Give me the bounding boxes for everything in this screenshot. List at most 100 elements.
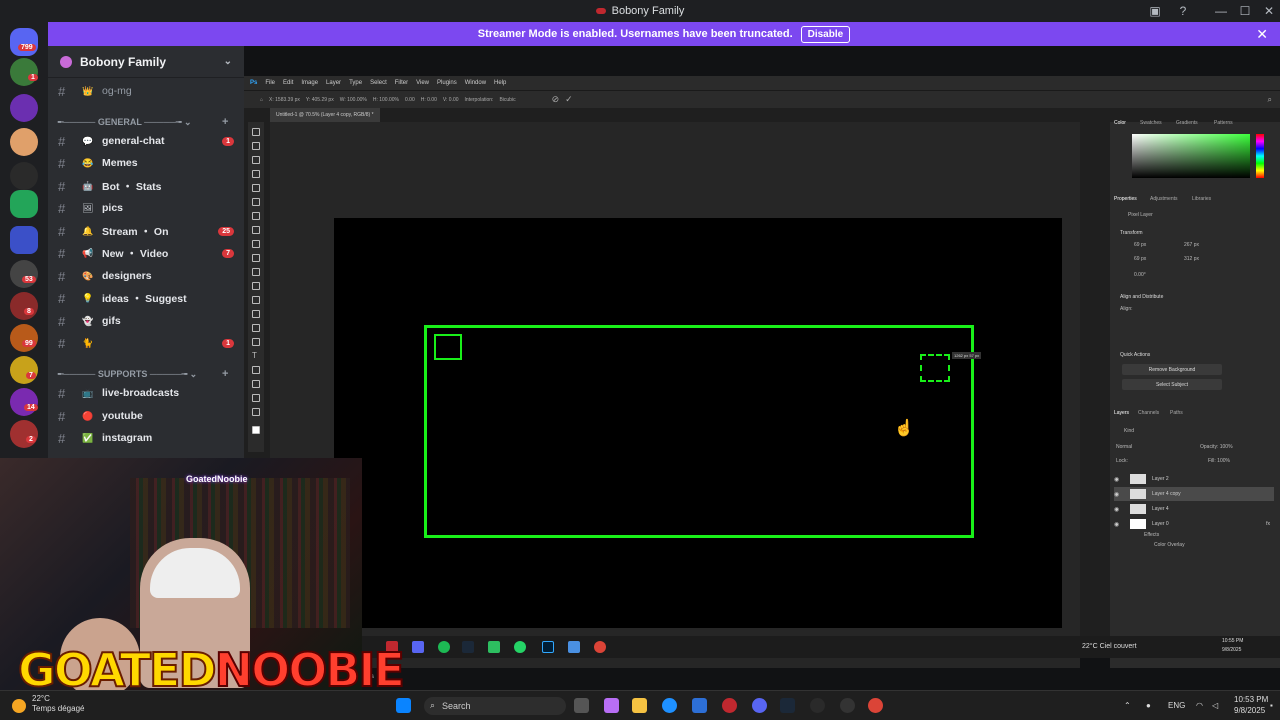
select-subject-button[interactable]: Select Subject xyxy=(1122,379,1222,390)
channel-pics[interactable]: # 🖼 pics xyxy=(48,197,244,219)
h-value[interactable]: 69 px xyxy=(1134,256,1146,262)
eye-icon[interactable]: ◉ xyxy=(1114,491,1124,498)
steam-icon[interactable] xyxy=(780,698,795,713)
language-indicator[interactable]: ENG xyxy=(1168,701,1185,710)
channel-gifs[interactable]: # 👻 gifs xyxy=(48,310,244,332)
align-heading[interactable]: Align and Distribute xyxy=(1120,294,1163,300)
channel-og-mg[interactable]: # 👑 og-mg xyxy=(48,80,244,102)
folder-icon[interactable] xyxy=(10,226,38,254)
channel-new-video[interactable]: # 📢 New ・ Video 7 xyxy=(48,242,244,264)
server-icon[interactable] xyxy=(10,260,38,288)
cancel-transform-icon[interactable]: ⊘ xyxy=(552,94,560,105)
search-icon[interactable]: ⌕ xyxy=(1268,95,1272,105)
fx-icon[interactable]: fx xyxy=(1266,521,1270,527)
server-icon[interactable] xyxy=(10,292,38,320)
channel-live-broadcasts[interactable]: # 📺 live-broadcasts xyxy=(48,382,244,404)
home-icon[interactable]: ⌂ xyxy=(260,97,263,103)
green-square-shape[interactable] xyxy=(434,334,462,360)
inbox-icon[interactable]: ▣ xyxy=(1142,0,1168,22)
tab-paths[interactable]: Paths xyxy=(1170,410,1183,416)
file-explorer-icon[interactable] xyxy=(632,698,647,713)
transform-heading[interactable]: Transform xyxy=(1120,230,1143,236)
y-value[interactable]: 312 px xyxy=(1184,256,1199,262)
eye-icon[interactable]: ◉ xyxy=(1114,521,1124,528)
channel-memes[interactable]: # 😂 Memes xyxy=(48,152,244,174)
channel-bot-stats[interactable]: # 🤖 Bot ・ Stats xyxy=(48,175,244,197)
add-channel-icon[interactable]: + xyxy=(222,116,228,128)
crop-tool-icon[interactable] xyxy=(252,184,260,192)
app-icon[interactable] xyxy=(722,698,737,713)
chevron-down-icon[interactable]: ⌄ xyxy=(224,56,232,67)
copilot-icon[interactable] xyxy=(604,698,619,713)
interpolation-select[interactable]: Bicubic xyxy=(499,97,515,103)
channel-youtube[interactable]: # 🔴 youtube xyxy=(48,405,244,427)
menu-file[interactable]: File xyxy=(265,80,275,86)
weather-widget[interactable]: 22°C Temps dégagé xyxy=(32,694,84,714)
rectangle-tool-icon[interactable] xyxy=(252,380,260,388)
help-icon[interactable]: ? xyxy=(1170,0,1196,22)
menu-filter[interactable]: Filter xyxy=(395,80,408,86)
mic-icon[interactable]: ● xyxy=(1146,701,1151,710)
w-value[interactable]: 69 px xyxy=(1134,242,1146,248)
weather-icon[interactable] xyxy=(12,699,26,713)
layer-row[interactable]: ◉ Layer 4 copy xyxy=(1114,487,1274,501)
clock-time[interactable]: 10:53 PM xyxy=(1234,695,1268,704)
brush-tool-icon[interactable] xyxy=(252,240,260,248)
category-general[interactable]: ╾───── GENERAL ─────╼ ⌄ + xyxy=(58,116,228,128)
hand-tool-icon[interactable] xyxy=(252,394,260,402)
kind-filter[interactable]: Kind xyxy=(1124,428,1134,434)
gradient-tool-icon[interactable] xyxy=(252,296,260,304)
tab-swatches[interactable]: Swatches xyxy=(1140,120,1162,126)
move-tool-icon[interactable] xyxy=(252,128,260,136)
flask-icon[interactable] xyxy=(10,190,38,218)
pen-tool-icon[interactable] xyxy=(252,338,260,346)
server-icon[interactable] xyxy=(10,128,38,156)
server-icon[interactable] xyxy=(10,388,38,416)
wifi-icon[interactable]: ◠ xyxy=(1196,701,1203,710)
server-icon[interactable] xyxy=(10,420,38,448)
hskew-field[interactable]: H: 0.00 xyxy=(421,97,437,103)
eye-icon[interactable]: ◉ xyxy=(1114,476,1124,483)
menu-view[interactable]: View xyxy=(416,80,429,86)
channel-designers[interactable]: # 🎨 designers xyxy=(48,265,244,287)
server-icon[interactable] xyxy=(10,162,38,190)
menu-image[interactable]: Image xyxy=(301,80,318,86)
close-banner-icon[interactable]: ✕ xyxy=(1256,26,1268,43)
server-icon[interactable] xyxy=(10,324,38,352)
angle-value[interactable]: 0.00° xyxy=(1134,272,1146,278)
server-header[interactable]: Bobony Family ⌄ xyxy=(48,46,244,78)
chrome-icon[interactable] xyxy=(868,698,883,713)
hue-slider[interactable] xyxy=(1256,134,1264,178)
tab-layers[interactable]: Layers xyxy=(1114,410,1129,416)
dodge-tool-icon[interactable] xyxy=(252,324,260,332)
server-icon[interactable] xyxy=(10,356,38,384)
canvas-workspace[interactable]: 1262 px 57 px ☝ 70.5% xyxy=(270,122,1080,680)
windows-start-icon[interactable] xyxy=(396,698,411,713)
volume-icon[interactable]: ◁ xyxy=(1212,701,1218,710)
clock-date[interactable]: 9/8/2025 xyxy=(1234,706,1265,715)
tab-patterns[interactable]: Patterns xyxy=(1214,120,1233,126)
lasso-tool-icon[interactable] xyxy=(252,156,260,164)
add-channel-icon[interactable]: + xyxy=(222,368,228,380)
blend-mode-select[interactable]: Normal xyxy=(1116,444,1132,450)
transform-selection[interactable] xyxy=(920,354,950,382)
menu-type[interactable]: Type xyxy=(349,80,362,86)
disable-button[interactable]: Disable xyxy=(800,25,851,43)
menu-help[interactable]: Help xyxy=(494,80,506,86)
angle-field[interactable]: 0.00 xyxy=(405,97,415,103)
edge-icon[interactable] xyxy=(662,698,677,713)
menu-select[interactable]: Select xyxy=(370,80,387,86)
document-tab[interactable]: Untitled-1 @ 70.5% (Layer 4 copy, RGB/8)… xyxy=(270,108,380,122)
menu-window[interactable]: Window xyxy=(465,80,486,86)
quick-actions-heading[interactable]: Quick Actions xyxy=(1120,352,1150,358)
frame-tool-icon[interactable] xyxy=(252,198,260,206)
h-field[interactable]: H: 100.00% xyxy=(373,97,399,103)
tab-gradients[interactable]: Gradients xyxy=(1176,120,1198,126)
task-view-icon[interactable] xyxy=(574,698,589,713)
home-icon[interactable] xyxy=(10,28,38,56)
history-brush-icon[interactable] xyxy=(252,268,260,276)
green-frame-shape[interactable] xyxy=(424,325,974,538)
category-supports[interactable]: ╾───── SUPPORTS ─────╼ ⌄ + xyxy=(58,368,228,380)
menu-layer[interactable]: Layer xyxy=(326,80,341,86)
y-field[interactable]: Y: 405.29 px xyxy=(306,97,334,103)
